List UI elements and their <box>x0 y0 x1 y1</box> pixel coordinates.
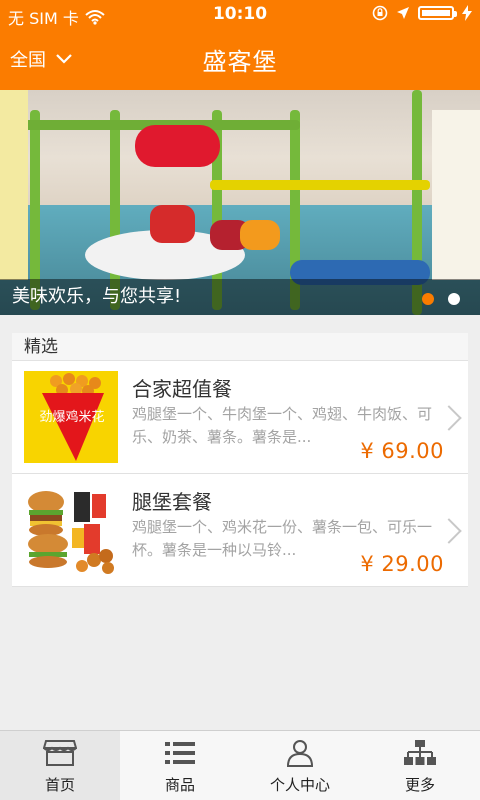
battery-icon <box>418 6 457 20</box>
tab-label: 商品 <box>164 776 195 794</box>
product-title: 合家超值餐 <box>132 377 232 401</box>
location-arrow-icon <box>397 7 409 19</box>
tab-home[interactable]: 首页 <box>0 731 120 800</box>
sitemap-icon <box>404 740 436 765</box>
banner-tube <box>135 125 220 167</box>
banner-caption: 美味欢乐，与您共享! <box>0 279 480 315</box>
tab-profile[interactable]: 个人中心 <box>240 731 360 800</box>
banner-wall <box>0 90 28 280</box>
tab-products[interactable]: 商品 <box>120 731 240 800</box>
product-price: ¥ 29.00 <box>360 552 444 576</box>
banner-car <box>150 205 195 243</box>
bottom-tab-bar: 首页 商品 个人中心 更多 <box>0 730 480 800</box>
tab-label: 首页 <box>44 776 75 794</box>
app-screen: 无 SIM 卡 10:10 全国 盛客堡 美味欢乐，与您共享! 精选 劲爆鸡米花… <box>0 0 480 800</box>
product-item-1[interactable]: 劲爆鸡米花 合家超值餐 鸡腿堡一个、牛肉堡一个、鸡翅、牛肉饭、可乐、奶茶、薯条。… <box>12 361 468 474</box>
featured-section: 精选 劲爆鸡米花 合家超值餐 鸡腿堡一个、牛肉堡一个、鸡翅、牛肉饭、可乐、奶茶、… <box>12 333 468 587</box>
banner-wall <box>432 110 480 280</box>
carousel-dot-1[interactable] <box>422 293 434 305</box>
tab-more[interactable]: 更多 <box>360 731 480 800</box>
tab-label: 个人中心 <box>269 776 330 794</box>
banner-slide <box>240 220 280 250</box>
section-heading: 精选 <box>12 333 468 361</box>
banner-carousel[interactable]: 美味欢乐，与您共享! <box>0 90 480 315</box>
banner-bar <box>210 180 430 190</box>
tab-label: 更多 <box>404 776 435 794</box>
status-right <box>372 5 472 21</box>
product-item-2[interactable]: 腿堡套餐 鸡腿堡一个、鸡米花一份、薯条一包、可乐一杯。薯条是一种以马铃... ¥… <box>12 474 468 587</box>
store-icon <box>43 740 77 766</box>
charging-icon <box>462 5 472 21</box>
product-thumbnail: 劲爆鸡米花 <box>24 371 118 463</box>
page-title: 盛客堡 <box>202 48 278 76</box>
carousel-dot-2[interactable] <box>448 293 460 305</box>
chevron-right-icon <box>436 518 462 544</box>
carousel-indicators <box>422 293 460 305</box>
app-header: 全国 盛客堡 <box>0 30 480 90</box>
thumbnail-label: 劲爆鸡米花 <box>39 409 104 425</box>
product-title: 腿堡套餐 <box>132 490 212 514</box>
chevron-right-icon <box>436 405 462 431</box>
user-icon <box>286 740 314 767</box>
product-price: ¥ 69.00 <box>360 439 444 463</box>
rotation-lock-icon <box>372 5 388 21</box>
list-icon <box>165 742 195 764</box>
product-thumbnail <box>24 484 118 576</box>
top-bar: 无 SIM 卡 10:10 全国 盛客堡 <box>0 0 480 90</box>
status-bar: 无 SIM 卡 10:10 <box>0 0 480 30</box>
